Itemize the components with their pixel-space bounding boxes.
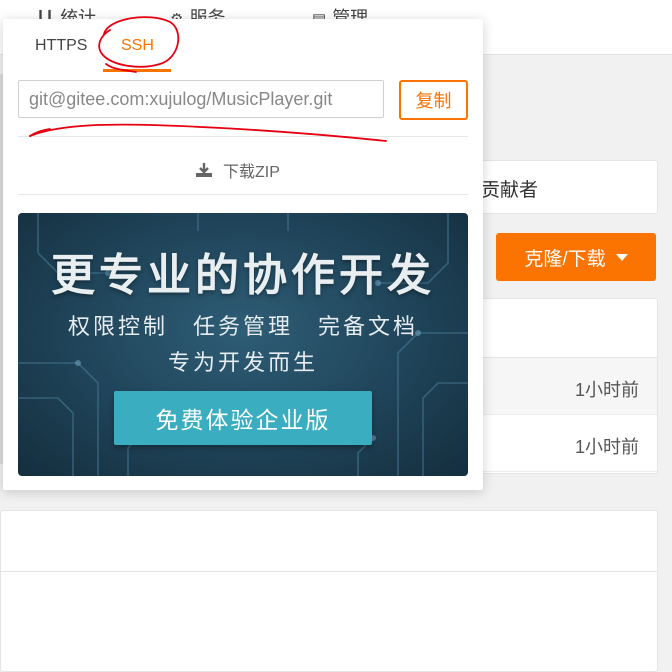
clone-download-label: 克隆/下载 <box>524 248 606 270</box>
free-trial-button[interactable]: 免费体验企业版 <box>114 391 372 445</box>
divider <box>18 194 468 195</box>
file-row[interactable]: 1小时前 <box>471 415 657 472</box>
active-tab-indicator <box>103 69 171 72</box>
file-list-panel: 1小时前 1小时前 <box>470 298 658 474</box>
readme-header <box>1 511 657 572</box>
download-zip-label: 下载ZIP <box>223 164 280 181</box>
promo-features: 权限控制 任务管理 完备文档 <box>67 314 418 339</box>
enterprise-promo-banner[interactable]: 更专业的协作开发 权限控制 任务管理 完备文档 专为开发而生 免费体验企业版 <box>18 213 468 476</box>
contributors-panel[interactable]: 贡献者 <box>470 160 658 214</box>
file-updated-time: 1小时前 <box>574 380 639 400</box>
promo-subtitle: 专为开发而生 <box>167 350 318 375</box>
clone-download-button[interactable]: 克隆/下载 <box>496 233 656 281</box>
download-icon <box>196 163 212 177</box>
copy-button[interactable]: 复制 <box>399 80 468 120</box>
file-list-header <box>471 299 657 358</box>
promo-title: 更专业的协作开发 <box>51 251 435 300</box>
divider <box>18 136 468 137</box>
tab-ssh[interactable]: SSH <box>121 37 154 55</box>
download-zip-link[interactable]: 下载ZIP <box>195 158 280 182</box>
contributors-label: 贡献者 <box>481 180 539 201</box>
readme-panel <box>0 510 658 672</box>
tab-https[interactable]: HTTPS <box>35 37 87 55</box>
file-updated-time: 1小时前 <box>574 437 639 457</box>
caret-down-icon <box>615 253 628 261</box>
file-row[interactable]: 1小时前 <box>471 358 657 415</box>
clone-url-input[interactable] <box>18 80 384 118</box>
clone-dropdown: HTTPS SSH 复制 下载ZIP <box>3 19 483 490</box>
